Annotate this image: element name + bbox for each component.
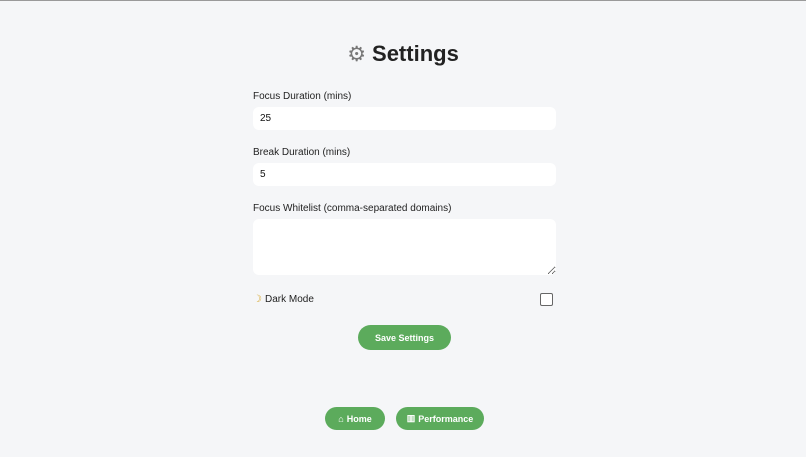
break-duration-label: Break Duration (mins): [253, 147, 351, 158]
whitelist-label: Focus Whitelist (comma-separated domains…: [253, 203, 452, 214]
home-button[interactable]: ⌂ Home: [325, 407, 385, 430]
moon-icon: ☽: [253, 294, 262, 305]
focus-duration-input[interactable]: [253, 107, 556, 130]
dark-mode-row: ☽ Dark Mode: [253, 294, 314, 305]
performance-button[interactable]: ▥ Performance: [396, 407, 484, 430]
page-header: ⚙ Settings: [0, 41, 806, 67]
performance-button-label: Performance: [418, 413, 474, 424]
house-icon: ⌂: [338, 413, 344, 424]
gear-icon: ⚙: [347, 42, 367, 66]
whitelist-textarea[interactable]: [253, 219, 556, 275]
break-duration-input[interactable]: [253, 163, 556, 186]
focus-duration-label: Focus Duration (mins): [253, 91, 352, 102]
save-settings-button[interactable]: Save Settings: [358, 325, 451, 350]
dark-mode-checkbox[interactable]: [540, 293, 553, 306]
home-button-label: Home: [346, 413, 372, 424]
dark-mode-label: Dark Mode: [264, 294, 314, 305]
page-title: Settings: [372, 41, 459, 66]
bar-chart-icon: ▥: [406, 413, 416, 423]
